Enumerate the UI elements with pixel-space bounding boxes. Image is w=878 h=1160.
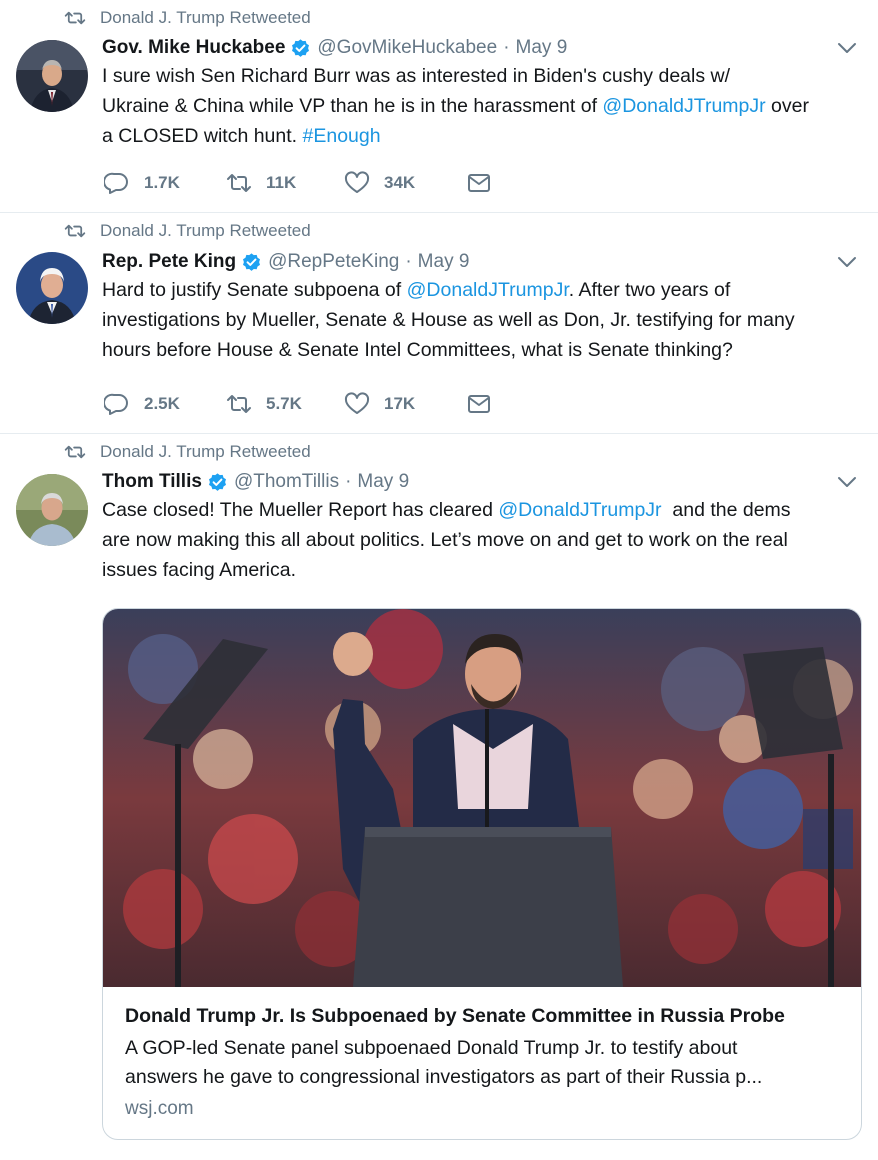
- reply-button[interactable]: 1.7K: [104, 171, 226, 195]
- tweet-actions: 1.7K 11K 34K: [104, 168, 492, 198]
- reply-icon: [104, 171, 130, 195]
- handle[interactable]: @ThomTillis: [234, 471, 339, 493]
- direct-message-button[interactable]: [466, 392, 492, 416]
- retweet-context-label[interactable]: Donald J. Trump Retweeted: [100, 221, 311, 241]
- reply-count: 1.7K: [144, 173, 180, 192]
- verified-badge-icon: [207, 472, 228, 493]
- display-name[interactable]: Rep. Pete King: [102, 251, 236, 273]
- handle[interactable]: @RepPeteKing: [268, 251, 399, 273]
- separator-dot: ·: [345, 471, 352, 492]
- reply-button[interactable]: 2.5K: [104, 392, 226, 416]
- retweet-context-label[interactable]: Donald J. Trump Retweeted: [100, 8, 311, 28]
- tweet-content: Rep. Pete King @RepPeteKing · May 9 Hard…: [102, 249, 860, 365]
- handle[interactable]: @GovMikeHuckabee: [317, 37, 497, 59]
- tweet-content: Thom Tillis @ThomTillis · May 9 Case clo…: [102, 469, 860, 585]
- verified-badge-icon: [241, 252, 262, 273]
- tweet-header: Thom Tillis @ThomTillis · May 9: [102, 469, 860, 495]
- avatar[interactable]: [16, 252, 88, 324]
- tweet-actions: 2.5K 5.7K 17K: [104, 389, 492, 419]
- tweet-text-line: are now making this all about politics. …: [102, 529, 788, 551]
- tweet-text-line: a CLOSED witch hunt. #Enough: [102, 125, 381, 147]
- timestamp[interactable]: May 9: [357, 471, 409, 493]
- tweet-text-line: Ukraine & China while VP than he is in t…: [102, 95, 809, 117]
- mention-link[interactable]: @DonaldJTrumpJr: [602, 95, 765, 117]
- tweet-header: Rep. Pete King @RepPeteKing · May 9: [102, 249, 860, 275]
- retweet-icon: [226, 392, 252, 416]
- like-button[interactable]: 17K: [344, 392, 466, 416]
- link-preview-card[interactable]: Donald Trump Jr. Is Subpoenaed by Senate…: [102, 608, 862, 1140]
- like-icon: [344, 171, 370, 195]
- separator-dot: ·: [405, 251, 412, 272]
- display-name[interactable]: Gov. Mike Huckabee: [102, 37, 285, 59]
- tweet-text: I sure wish Sen Richard Burr was as inte…: [102, 61, 860, 151]
- tweet-pete-king[interactable]: Donald J. Trump Retweeted Rep. Pete King…: [0, 213, 878, 434]
- hashtag-link[interactable]: #Enough: [303, 125, 381, 147]
- retweet-icon: [64, 223, 88, 239]
- chevron-down-icon[interactable]: [836, 41, 858, 57]
- reply-icon: [104, 392, 130, 416]
- card-title[interactable]: Donald Trump Jr. Is Subpoenaed by Senate…: [125, 1003, 843, 1029]
- chevron-down-icon[interactable]: [836, 255, 858, 271]
- retweet-context: Donald J. Trump Retweeted: [64, 221, 311, 241]
- avatar[interactable]: [16, 474, 88, 546]
- retweet-context: Donald J. Trump Retweeted: [64, 442, 311, 462]
- retweet-count: 11K: [266, 173, 297, 192]
- retweet-icon: [64, 10, 88, 26]
- like-count: 17K: [384, 394, 416, 413]
- timestamp[interactable]: May 9: [516, 37, 568, 59]
- tweet-text-line: hours before House & Senate Intel Commit…: [102, 339, 733, 361]
- tweet-text-line: investigations by Mueller, Senate & Hous…: [102, 309, 795, 331]
- tweet-text: Case closed! The Mueller Report has clea…: [102, 495, 860, 585]
- direct-message-button[interactable]: [466, 171, 492, 195]
- retweet-button[interactable]: 11K: [226, 171, 344, 195]
- card-description: A GOP-led Senate panel subpoenaed Donald…: [125, 1037, 763, 1088]
- retweet-context: Donald J. Trump Retweeted: [64, 8, 311, 28]
- tweet-text: Hard to justify Senate subpoena of @Dona…: [102, 275, 860, 365]
- retweet-icon: [64, 444, 88, 460]
- tweet-content: Gov. Mike Huckabee @GovMikeHuckabee · Ma…: [102, 35, 860, 151]
- like-button[interactable]: 34K: [344, 171, 466, 195]
- retweet-context-label[interactable]: Donald J. Trump Retweeted: [100, 442, 311, 462]
- tweet-text-line: issues facing America.: [102, 559, 297, 581]
- mention-link[interactable]: @DonaldJTrumpJr: [407, 279, 569, 301]
- message-icon: [466, 171, 492, 195]
- card-body: Donald Trump Jr. Is Subpoenaed by Senate…: [125, 1003, 843, 1120]
- like-count: 34K: [384, 173, 416, 192]
- separator-dot: ·: [503, 37, 510, 58]
- verified-badge-icon: [290, 38, 311, 59]
- mention-link[interactable]: @DonaldJTrumpJr: [498, 499, 661, 521]
- retweet-count: 5.7K: [266, 394, 302, 413]
- timeline: Donald J. Trump Retweeted Gov. Mike Huck…: [0, 0, 878, 1160]
- like-icon: [344, 392, 370, 416]
- retweet-button[interactable]: 5.7K: [226, 392, 344, 416]
- tweet-text-line: Hard to justify Senate subpoena of @Dona…: [102, 279, 731, 301]
- display-name[interactable]: Thom Tillis: [102, 471, 202, 493]
- reply-count: 2.5K: [144, 394, 180, 413]
- tweet-text-line: I sure wish Sen Richard Burr was as inte…: [102, 65, 731, 87]
- card-image: [103, 609, 861, 987]
- card-domain[interactable]: wsj.com: [125, 1098, 843, 1120]
- timestamp[interactable]: May 9: [418, 251, 470, 273]
- message-icon: [466, 392, 492, 416]
- tweet-header: Gov. Mike Huckabee @GovMikeHuckabee · Ma…: [102, 35, 860, 61]
- tweet-text-line: Case closed! The Mueller Report has clea…: [102, 499, 791, 521]
- chevron-down-icon[interactable]: [836, 475, 858, 491]
- retweet-icon: [226, 171, 252, 195]
- tweet-huckabee[interactable]: Donald J. Trump Retweeted Gov. Mike Huck…: [0, 0, 878, 213]
- avatar[interactable]: [16, 40, 88, 112]
